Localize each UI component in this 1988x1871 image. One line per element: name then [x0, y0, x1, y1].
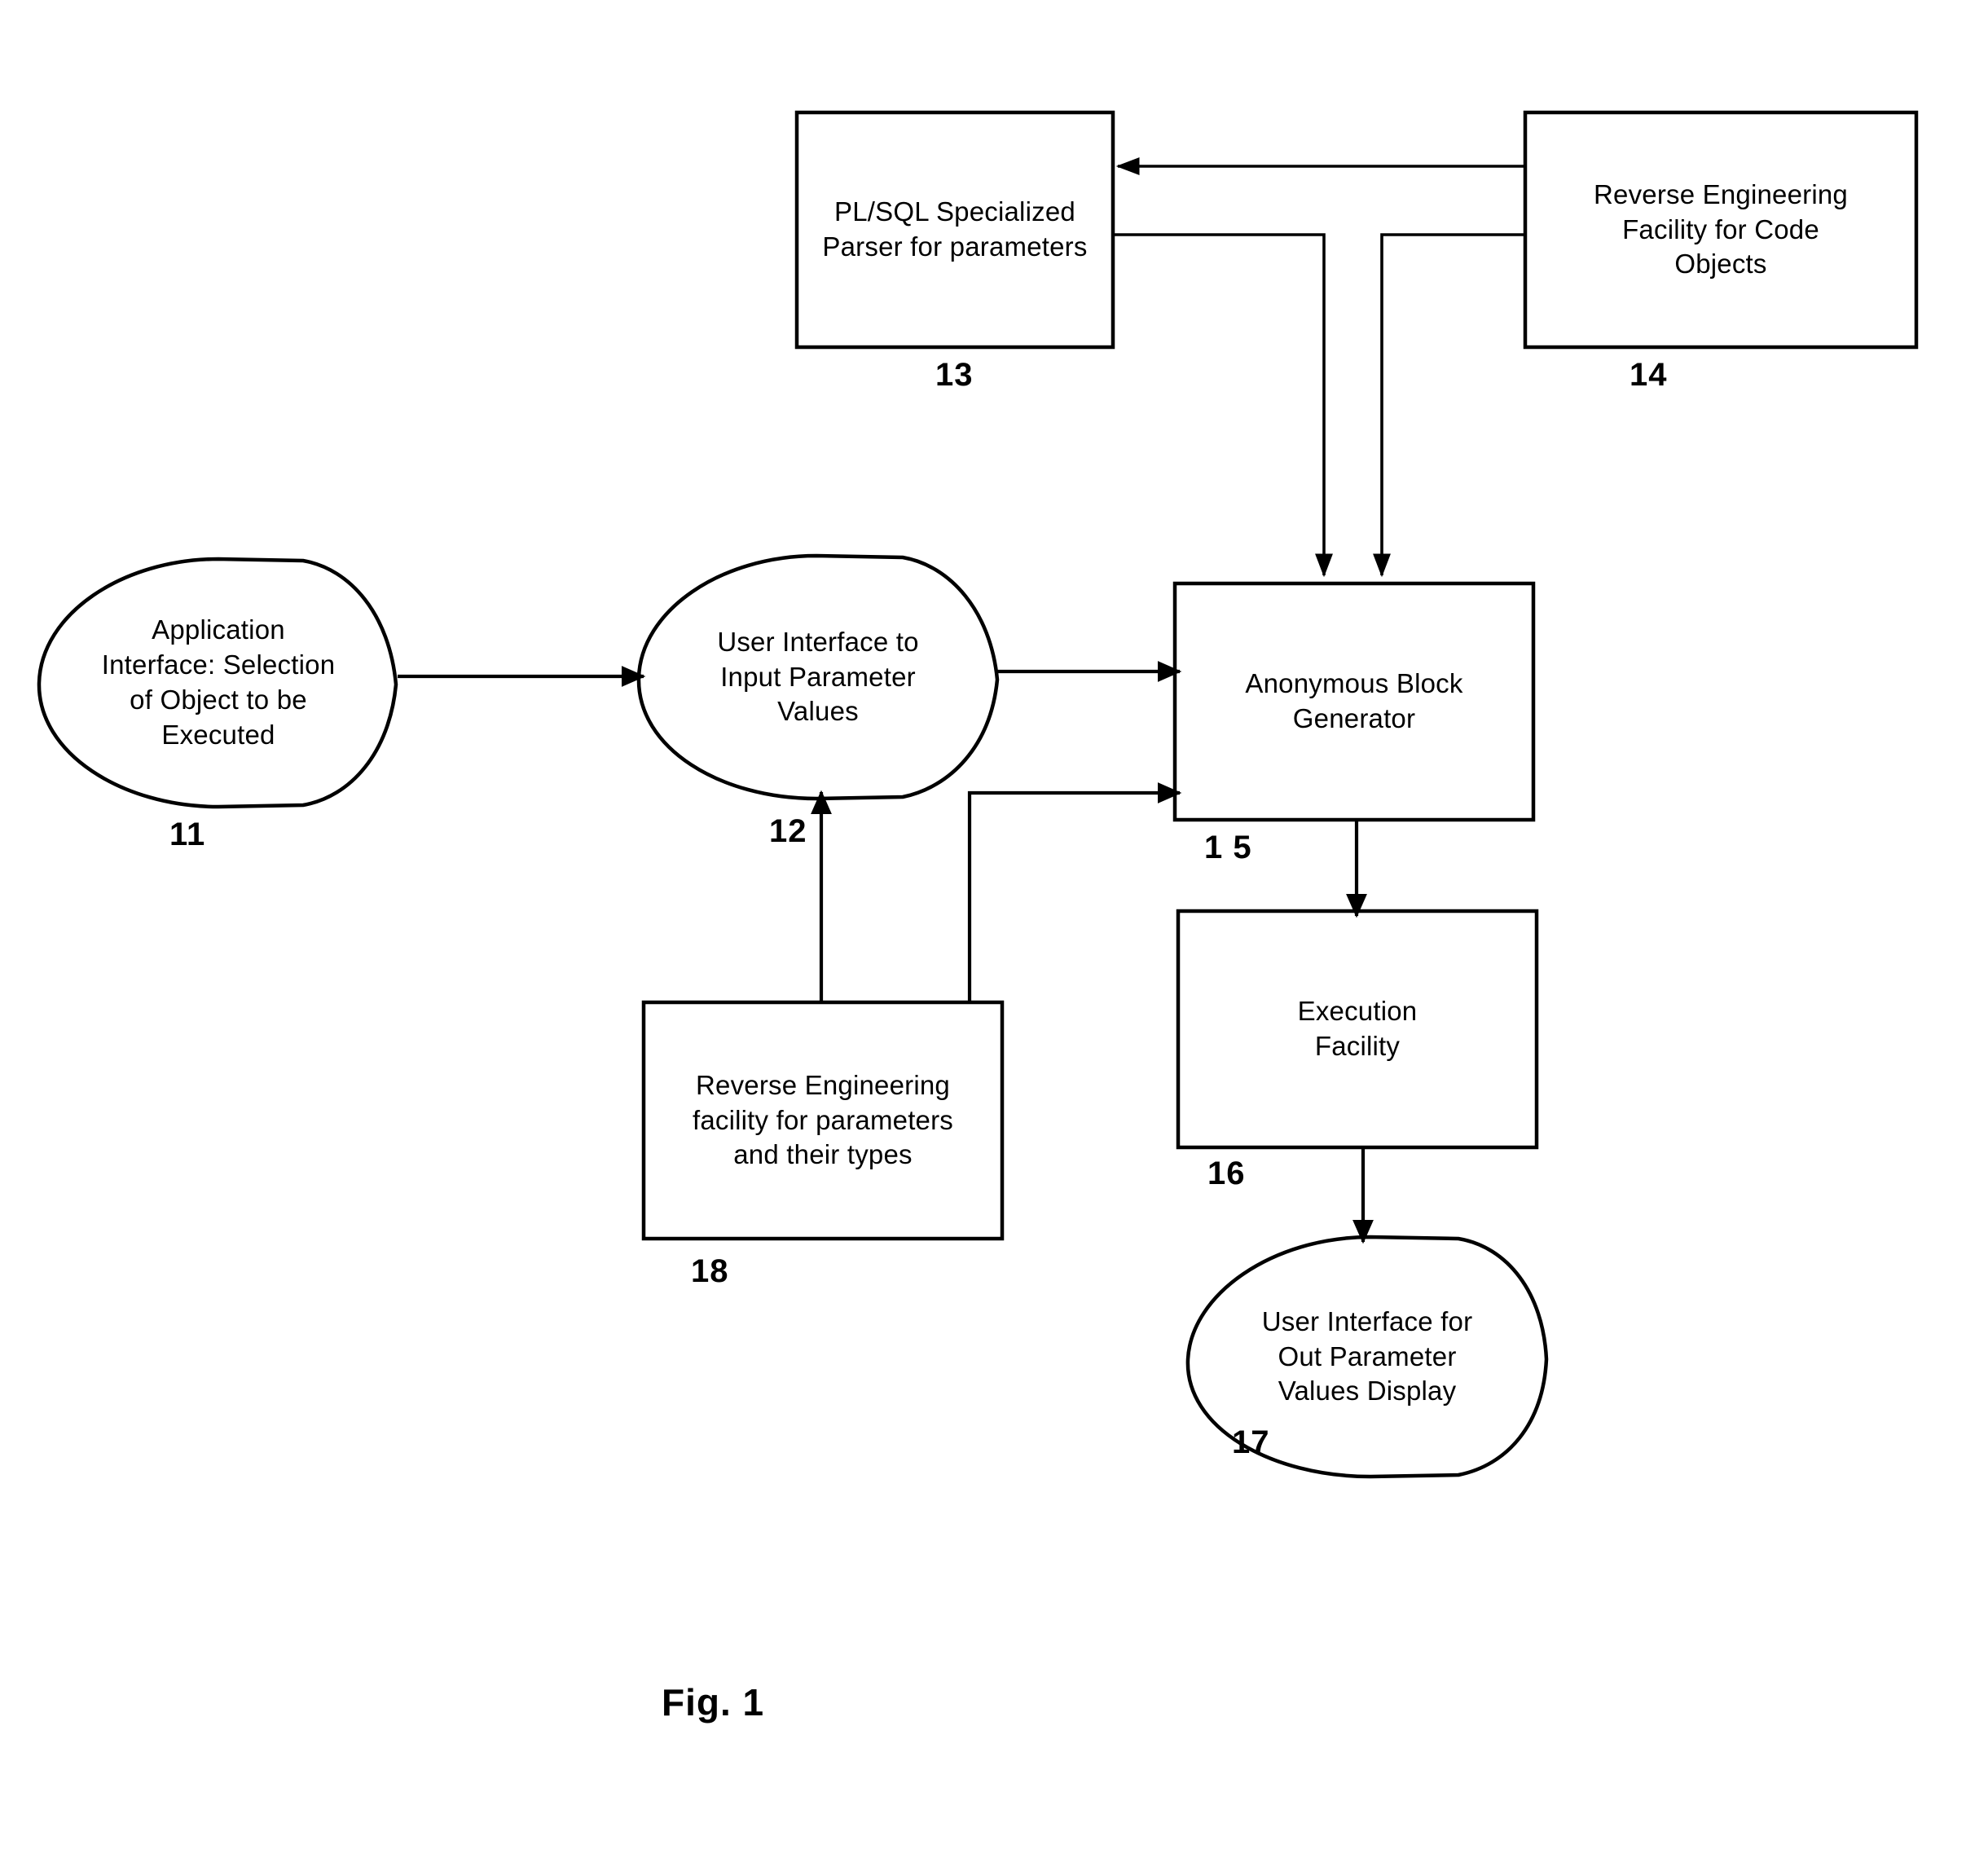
connector-18-to-15	[967, 782, 1182, 1002]
node-12-shape	[636, 553, 1000, 801]
figure-caption: Fig. 1	[662, 1681, 765, 1724]
node-18-shape	[641, 1000, 1005, 1241]
ref-numeral-11: 11	[169, 817, 206, 852]
ref-numeral-15: 1 5	[1204, 830, 1252, 865]
node-13-shape	[794, 110, 1115, 350]
figure-canvas	[37, 110, 1919, 1479]
connector-14-to-15	[1373, 233, 1525, 578]
ref-numeral-17: 17	[1232, 1424, 1270, 1460]
patent-figure-1: PL/SQL Specialized Parser for parameters…	[0, 0, 1988, 1871]
node-11-shape	[37, 557, 398, 809]
ref-numeral-13: 13	[935, 357, 974, 393]
node-15-shape	[1172, 581, 1536, 822]
ref-numeral-18: 18	[691, 1253, 729, 1289]
ref-numeral-12: 12	[769, 813, 807, 849]
node-14-shape	[1523, 110, 1919, 350]
ref-numeral-16: 16	[1207, 1156, 1246, 1191]
node-16-shape	[1176, 909, 1539, 1150]
ref-numeral-14: 14	[1630, 357, 1668, 393]
connector-13-to-15	[1113, 233, 1333, 578]
